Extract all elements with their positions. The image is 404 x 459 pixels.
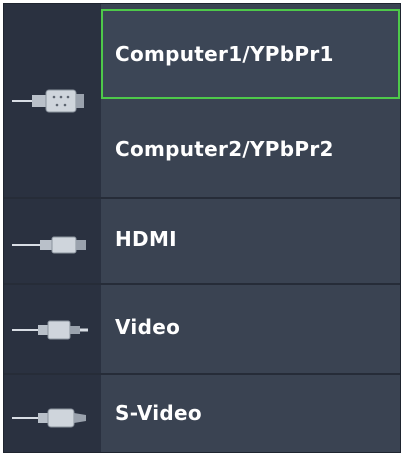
source-hdmi[interactable]: HDMI <box>101 199 400 279</box>
rca-connector-icon <box>12 320 88 340</box>
source-computer1[interactable]: Computer1/YPbPr1 <box>101 9 400 99</box>
vga-connector-icon <box>12 89 84 113</box>
source-video-label: Video <box>115 315 181 339</box>
source-computer1-label: Computer1/YPbPr1 <box>115 42 334 66</box>
source-computer2[interactable]: Computer2/YPbPr2 <box>101 104 400 194</box>
source-s-video-label: S-Video <box>115 401 202 425</box>
source-s-video[interactable]: S-Video <box>101 375 400 451</box>
source-computer2-label: Computer2/YPbPr2 <box>115 137 334 161</box>
hdmi-connector-icon <box>12 236 86 254</box>
s-video-connector-icon <box>12 408 86 428</box>
source-video[interactable]: Video <box>101 285 400 369</box>
source-hdmi-label: HDMI <box>115 227 177 251</box>
source-select-menu: Computer1/YPbPr1 Computer2/YPbPr2 HDMI V… <box>3 3 401 453</box>
